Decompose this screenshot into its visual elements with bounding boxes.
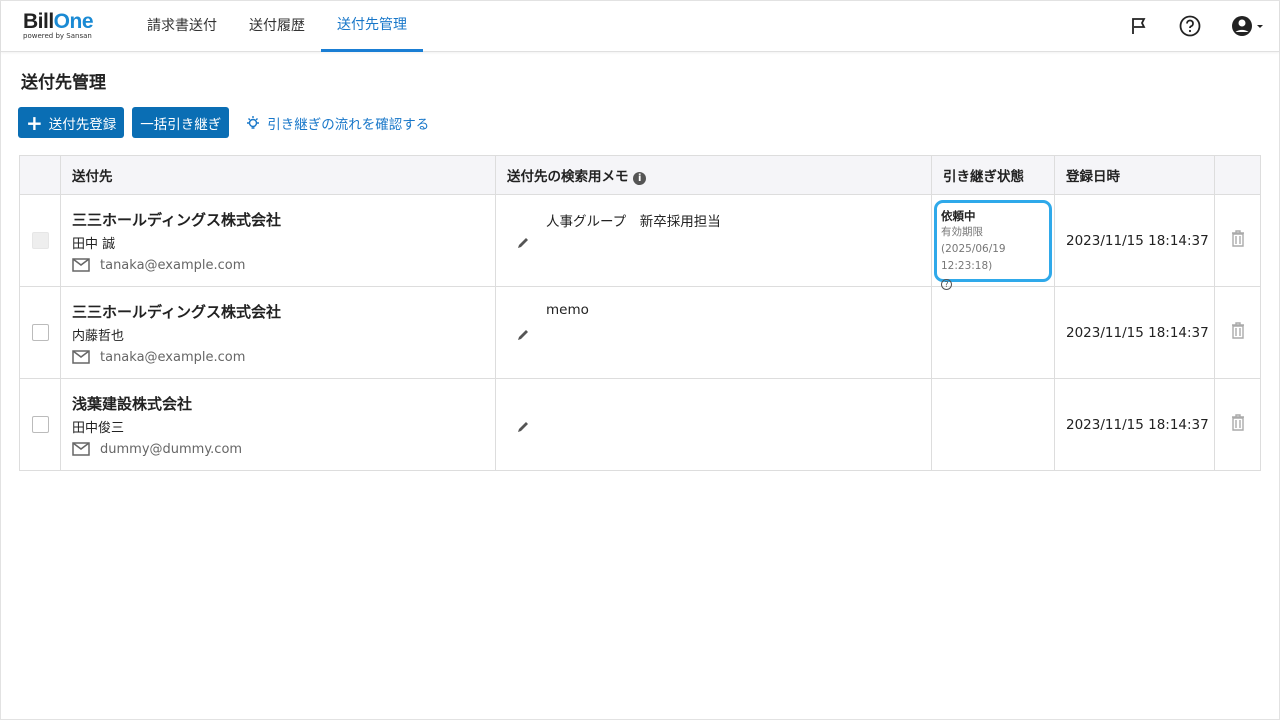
- status-cell: 依頼中有効期限 (2025/06/19 12:23:18)?: [931, 194, 1055, 290]
- billone-logo[interactable]: BillOne powered by Sansan: [23, 10, 94, 40]
- register-label: 送付先登録: [48, 116, 117, 133]
- status-label: 依頼中: [941, 208, 976, 223]
- edit-pencil-icon[interactable]: [516, 236, 530, 250]
- logo-text: Bill: [23, 10, 54, 33]
- person-name: 田中 誠: [72, 236, 116, 252]
- status-cell: [931, 378, 1055, 471]
- account-menu-icon[interactable]: [1231, 15, 1263, 37]
- registered-date: 2023/11/15 18:14:37: [1054, 194, 1215, 287]
- select-header: [19, 155, 61, 195]
- lightbulb-icon: [247, 115, 260, 129]
- handover-flow-link[interactable]: 引き継ぎの流れを確認する: [245, 113, 429, 133]
- person-name: 田中俊三: [72, 420, 125, 436]
- memo-text: 人事グループ 新卒採用担当: [546, 213, 721, 230]
- company-name: 三三ホールディングス株式会社: [72, 302, 281, 321]
- table-row: 三三ホールディングス株式会社 内藤哲也 tanaka@example.com mem…: [19, 286, 1261, 379]
- mail-icon: [72, 350, 90, 364]
- status-cell: [931, 286, 1055, 379]
- logo-accent: One: [53, 10, 94, 33]
- logo-subtitle: powered by Sansan: [23, 32, 92, 40]
- header-status: 引き継ぎ状態: [931, 155, 1055, 195]
- flow-link-label: 引き継ぎの流れを確認する: [267, 116, 430, 133]
- trash-icon[interactable]: [1231, 230, 1245, 247]
- help-icon[interactable]: [1179, 15, 1201, 37]
- email: tanaka@example.com: [100, 257, 246, 273]
- memo-text: memo: [546, 301, 589, 318]
- company-name: 三三ホールディングス株式会社: [72, 210, 281, 229]
- edit-pencil-icon[interactable]: [516, 420, 530, 434]
- trash-icon[interactable]: [1231, 322, 1245, 339]
- plus-icon: +: [26, 110, 43, 135]
- header-date: 登録日時: [1054, 155, 1215, 195]
- registered-date: 2023/11/15 18:14:37: [1054, 378, 1215, 471]
- table-row: 浅葉建設株式会社 田中俊三 dummy@dummy.com 2023/11/15 1…: [19, 378, 1261, 471]
- main-nav: 請求書送付 送付履歴 送付先管理: [131, 1, 423, 52]
- person-name: 内藤哲也: [72, 328, 125, 344]
- row-checkbox[interactable]: [31, 416, 49, 433]
- bulk-handover-button[interactable]: 一括引き継ぎ: [132, 107, 230, 138]
- header-memo: 送付先の検索用メモ i: [495, 155, 932, 195]
- flag-icon[interactable]: [1129, 16, 1149, 36]
- mail-icon: [72, 258, 90, 272]
- status-badge: 依頼中有効期限 (2025/06/19 12:23:18)?: [934, 199, 1052, 290]
- row-checkbox[interactable]: [31, 232, 49, 249]
- mail-icon: [72, 442, 90, 456]
- table-header: 送付先 送付先の検索用メモ i 引き継ぎ状態 登録日時: [19, 155, 1261, 195]
- expiry-text: 有効期限 (2025/06/19 12:23:18): [941, 225, 1006, 272]
- register-recipient-button[interactable]: + 送付先登録: [18, 107, 125, 138]
- table-row: 三三ホールディングス株式会社 田中 誠 tanaka@example.com 人事グ…: [19, 194, 1261, 290]
- nav-invoice-send[interactable]: 請求書送付: [131, 1, 233, 52]
- top-header: BillOne powered by Sansan 請求書送付 送付履歴 送付先…: [1, 1, 1279, 52]
- help-icon[interactable]: ?: [941, 278, 952, 290]
- recipient-table: 送付先 送付先の検索用メモ i 引き継ぎ状態 登録日時 三三ホールディングス株式…: [19, 155, 1261, 471]
- header-recipient: 送付先: [60, 155, 496, 195]
- registered-date: 2023/11/15 18:14:37: [1054, 286, 1215, 379]
- edit-pencil-icon[interactable]: [516, 328, 530, 342]
- trash-icon[interactable]: [1231, 414, 1245, 431]
- memo-header-label: 送付先の検索用メモ: [507, 169, 629, 185]
- row-checkbox[interactable]: [31, 324, 49, 341]
- email: tanaka@example.com: [100, 349, 246, 365]
- nav-recipient-management[interactable]: 送付先管理: [321, 1, 423, 52]
- company-name: 浅葉建設株式会社: [72, 394, 193, 413]
- nav-send-history[interactable]: 送付履歴: [233, 1, 321, 52]
- delete-header: [1214, 155, 1261, 195]
- info-icon[interactable]: i: [633, 172, 647, 185]
- page-title: 送付先管理: [21, 73, 106, 93]
- email: dummy@dummy.com: [100, 441, 243, 457]
